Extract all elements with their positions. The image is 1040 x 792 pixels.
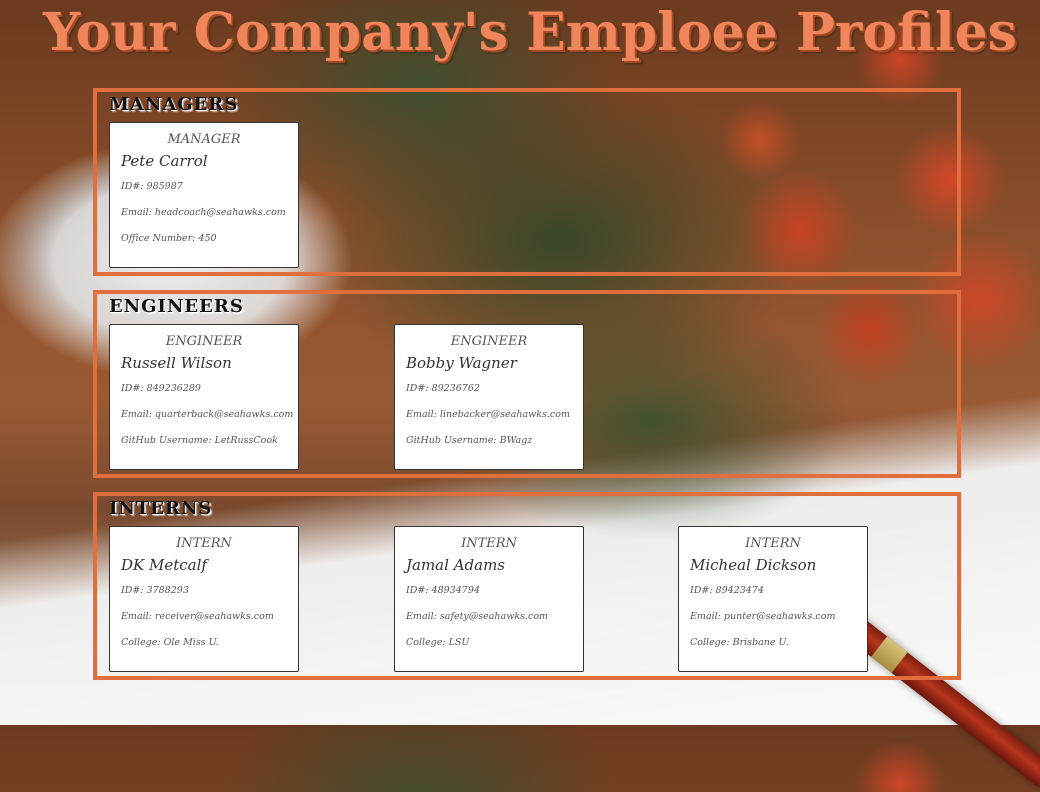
engineers-section: ENGINEERS ENGINEER Russell Wilson ID#: 8…	[93, 290, 961, 478]
card-name: DK Metcalf	[121, 556, 207, 574]
card-email: Email: receiver@seahawks.com	[121, 611, 274, 622]
card-email: Email: quarterback@seahawks.com	[121, 409, 294, 420]
card-role: ENGINEER	[450, 334, 528, 349]
card-email: Email: linebacker@seahawks.com	[406, 409, 570, 420]
card-email: Email: safety@seahawks.com	[406, 611, 549, 622]
interns-section: INTERNS INTERN DK Metcalf ID#: 3788293 E…	[93, 492, 961, 680]
card-name: Micheal Dickson	[690, 556, 817, 574]
card-role: INTERN	[461, 536, 517, 551]
card-office-number: Office Number: 450	[121, 233, 217, 244]
card-email: Email: punter@seahawks.com	[690, 611, 836, 622]
managers-section: MANAGERS MANAGER Pete Carrol ID#: 985987…	[93, 88, 961, 276]
card-name: Bobby Wagner	[406, 354, 517, 372]
card-name: Pete Carrol	[121, 152, 208, 170]
card-id: ID#: 48934794	[406, 585, 480, 596]
card-name: Jamal Adams	[406, 556, 505, 574]
employee-card-manager: MANAGER Pete Carrol ID#: 985987 Email: h…	[109, 122, 299, 268]
employee-card-engineer: ENGINEER Bobby Wagner ID#: 89236762 Emai…	[394, 324, 584, 470]
employee-card-intern: INTERN DK Metcalf ID#: 3788293 Email: re…	[109, 526, 299, 672]
card-id: ID#: 3788293	[121, 585, 189, 596]
card-id: ID#: 89236762	[406, 383, 480, 394]
card-role: INTERN	[176, 536, 232, 551]
page-title: Your Company's Emploee Profiles	[43, 2, 1017, 63]
card-id: ID#: 849236289	[121, 383, 201, 394]
card-college: College: Brisbane U.	[690, 637, 789, 648]
card-github: GitHub Username: BWagz	[406, 435, 533, 446]
card-college: College: Ole Miss U.	[121, 637, 219, 648]
card-id: ID#: 985987	[121, 181, 183, 192]
card-college: College: LSU	[406, 637, 470, 648]
employee-card-intern: INTERN Jamal Adams ID#: 48934794 Email: …	[394, 526, 584, 672]
card-name: Russell Wilson	[121, 354, 232, 372]
employee-card-engineer: ENGINEER Russell Wilson ID#: 849236289 E…	[109, 324, 299, 470]
card-role: ENGINEER	[165, 334, 243, 349]
card-email: Email: headcoach@seahawks.com	[121, 207, 286, 218]
engineers-section-title: ENGINEERS	[109, 296, 244, 317]
managers-section-title: MANAGERS	[109, 94, 239, 115]
card-role: INTERN	[745, 536, 801, 551]
card-github: GitHub Username: LetRussCook	[121, 435, 278, 446]
interns-section-title: INTERNS	[109, 498, 213, 519]
employee-card-intern: INTERN Micheal Dickson ID#: 89423474 Ema…	[678, 526, 868, 672]
card-role: MANAGER	[167, 132, 241, 147]
card-id: ID#: 89423474	[690, 585, 764, 596]
